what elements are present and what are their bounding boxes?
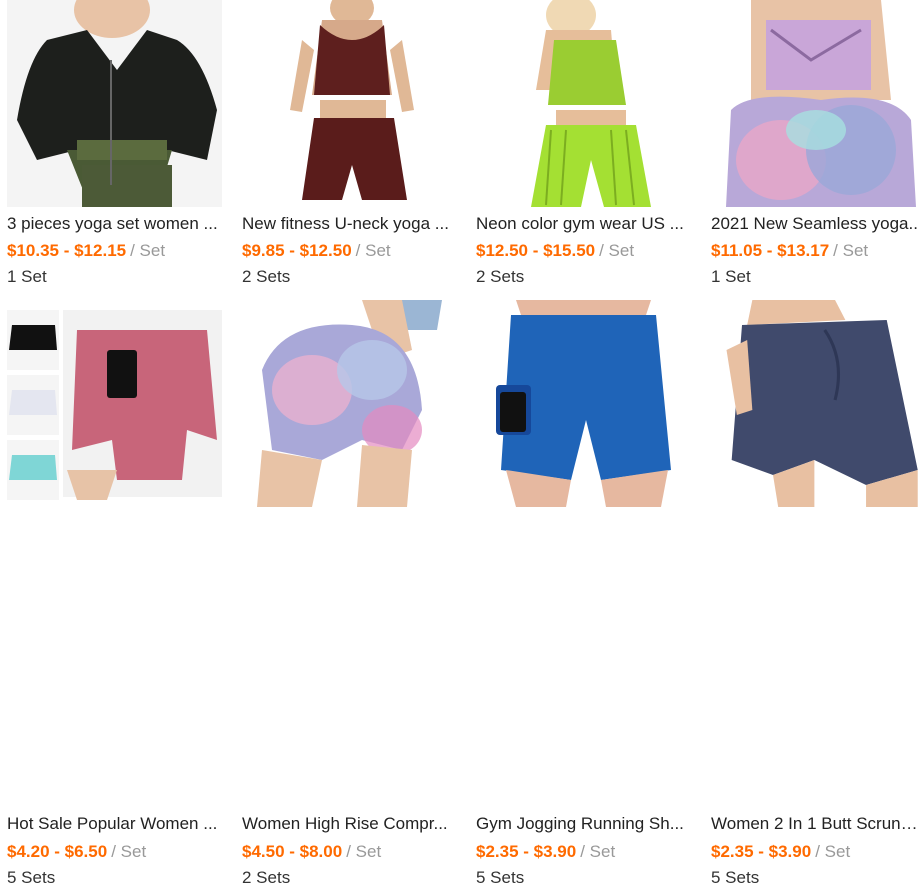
price-row: $2.35 - $3.90/ Set (476, 842, 691, 862)
product-image-tie-dye-seamless-set[interactable] (711, 0, 919, 207)
min-order: 2 Sets (242, 267, 291, 286)
min-order: 5 Sets (476, 868, 525, 887)
price-unit: / Set (355, 241, 391, 260)
product-image-blue-bike-shorts[interactable] (476, 300, 691, 507)
min-order: 1 Set (7, 267, 47, 286)
product-price: $2.35 - $3.90 (711, 842, 812, 861)
price-row: $11.05 - $13.17/ Set (711, 241, 919, 261)
price-unit: / Set (111, 842, 147, 861)
product-image-yoga-set-black-green[interactable] (7, 0, 222, 207)
min-order: 5 Sets (711, 868, 760, 887)
min-order: 1 Set (711, 267, 751, 286)
price-row: $10.35 - $12.15/ Set (7, 241, 222, 261)
product-title[interactable]: Neon color gym wear US ... (476, 214, 691, 234)
price-unit: / Set (815, 842, 851, 861)
product-title[interactable]: Women 2 In 1 Butt Scrunc... (711, 814, 919, 834)
price-unit: / Set (130, 241, 166, 260)
product-title[interactable]: 3 pieces yoga set women ... (7, 214, 222, 234)
product-title[interactable]: Hot Sale Popular Women ... (7, 814, 222, 834)
product-image-navy-running-shorts[interactable] (711, 300, 919, 507)
product-image-tennis-skirts[interactable] (7, 300, 222, 507)
product-title[interactable]: Gym Jogging Running Sh... (476, 814, 691, 834)
product-price: $11.05 - $13.17 (711, 241, 830, 260)
price-row: $12.50 - $15.50/ Set (476, 241, 691, 261)
product-image-tie-dye-shorts[interactable] (242, 300, 457, 507)
product-price: $10.35 - $12.15 (7, 241, 127, 260)
price-unit: / Set (346, 842, 382, 861)
min-order: 2 Sets (242, 868, 291, 887)
min-order: 2 Sets (476, 267, 525, 286)
price-unit: / Set (580, 842, 616, 861)
min-order: 5 Sets (7, 868, 56, 887)
price-row: $4.50 - $8.00/ Set (242, 842, 457, 862)
price-row: $4.20 - $6.50/ Set (7, 842, 222, 862)
product-grid: 3 pieces yoga set women ... $10.35 - $12… (0, 0, 919, 887)
product-title[interactable]: Women High Rise Compr... (242, 814, 457, 834)
product-price: $2.35 - $3.90 (476, 842, 577, 861)
product-price: $4.20 - $6.50 (7, 842, 108, 861)
price-row: $2.35 - $3.90/ Set (711, 842, 919, 862)
product-title[interactable]: 2021 New Seamless yoga... (711, 214, 919, 234)
product-title[interactable]: New fitness U-neck yoga ... (242, 214, 457, 234)
product-image-neon-gym-wear[interactable] (476, 0, 691, 207)
price-row: $9.85 - $12.50/ Set (242, 241, 457, 261)
product-image-yoga-set-maroon[interactable] (242, 0, 457, 207)
price-unit: / Set (833, 241, 869, 260)
price-unit: / Set (599, 241, 635, 260)
product-price: $12.50 - $15.50 (476, 241, 596, 260)
product-price: $4.50 - $8.00 (242, 842, 343, 861)
product-price: $9.85 - $12.50 (242, 241, 352, 260)
